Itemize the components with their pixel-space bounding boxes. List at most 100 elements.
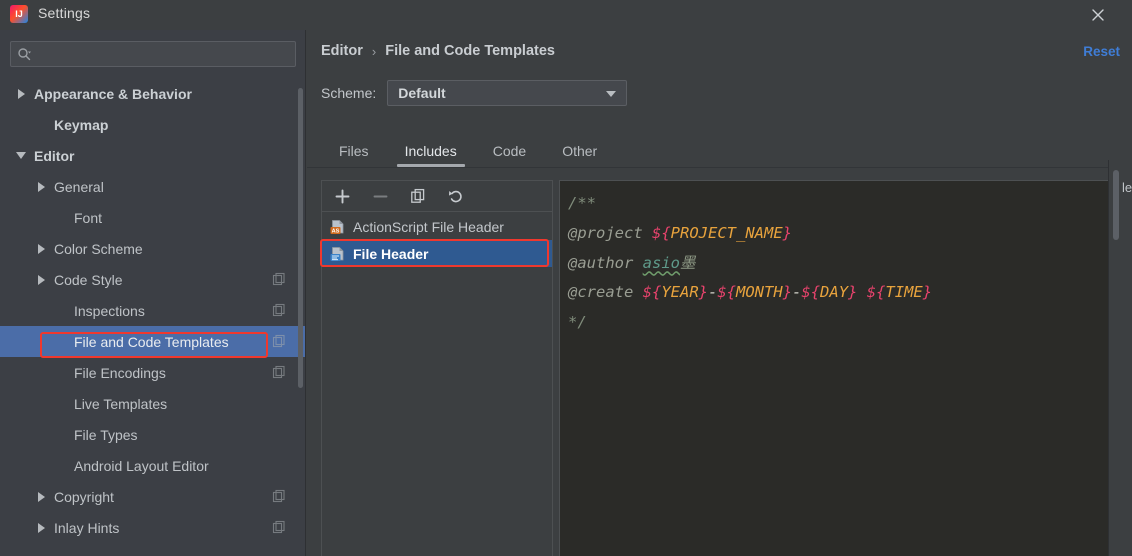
svg-text:AS: AS (332, 228, 340, 234)
chevron-right-icon[interactable] (34, 180, 48, 194)
sidebar-item-appearance-behavior[interactable]: Appearance & Behavior (0, 78, 305, 109)
sidebar-item-inspections[interactable]: Inspections (0, 295, 305, 326)
close-icon[interactable] (1086, 3, 1110, 27)
sidebar-item-label: Font (74, 209, 103, 226)
chevron-down-icon[interactable] (14, 149, 28, 163)
code-token: DAY (820, 283, 849, 302)
chevron-right-icon[interactable] (34, 521, 48, 535)
code-token: ${ (717, 283, 737, 302)
sidebar-item-editor[interactable]: Editor (0, 140, 305, 171)
copy-settings-icon[interactable] (272, 365, 286, 379)
sidebar-item-inlay-hints[interactable]: Inlay Hints (0, 512, 305, 543)
scheme-selected-value: Default (398, 85, 446, 101)
code-token: ${ (866, 283, 886, 302)
breadcrumb-current: File and Code Templates (385, 43, 555, 59)
sidebar-item-color-scheme[interactable]: Color Scheme (0, 233, 305, 264)
chevron-down-icon (606, 91, 617, 97)
copy-settings-icon[interactable] (272, 334, 286, 348)
template-editor-code[interactable]: /** @project ${PROJECT_NAME} @author asio墨… (568, 189, 1108, 338)
chevron-right-icon[interactable] (14, 87, 28, 101)
code-line: /** (568, 189, 1108, 219)
copy-settings-icon[interactable] (272, 520, 286, 534)
code-line: */ (568, 308, 1108, 338)
sidebar-item-label: File Types (74, 426, 138, 443)
sidebar-item-general[interactable]: General (0, 171, 305, 202)
tab-code[interactable]: Code (475, 135, 544, 167)
undo-icon (448, 188, 465, 205)
code-token: MONTH (736, 283, 783, 302)
template-editor[interactable]: /** @project ${PROJECT_NAME} @author asio墨… (559, 180, 1113, 556)
code-token: } (782, 223, 792, 242)
sidebar-item-file-types[interactable]: File Types (0, 419, 305, 450)
breadcrumb-separator-icon: › (371, 43, 377, 59)
search-field[interactable] (10, 41, 296, 67)
code-token: */ (568, 313, 587, 331)
plus-icon (334, 188, 351, 205)
sidebar-item-live-templates[interactable]: Live Templates (0, 388, 305, 419)
tab-files[interactable]: Files (321, 135, 387, 167)
right-edge-scrollbar[interactable] (1113, 170, 1119, 240)
minus-icon (372, 188, 389, 205)
sidebar-item-code-style[interactable]: Code Style (0, 264, 305, 295)
chevron-right-icon[interactable] (34, 273, 48, 287)
template-tabs: Files Includes Code Other (321, 135, 1116, 167)
scheme-label: Scheme: (321, 85, 377, 101)
right-edge-clipped-text: le (1122, 180, 1132, 195)
sidebar-item-file-and-code-templates[interactable]: File and Code Templates (0, 326, 305, 357)
title-bar: IJ Settings (0, 0, 1132, 30)
template-list: AS ActionScript File Header File Header (322, 213, 552, 267)
sidebar-item-label: Live Templates (74, 395, 168, 412)
sidebar-item-label: Color Scheme (54, 240, 143, 257)
code-token: - (792, 283, 802, 302)
copy-settings-icon[interactable] (272, 272, 286, 286)
chevron-right-icon[interactable] (34, 490, 48, 504)
sidebar-item-label: File and Code Templates (74, 333, 229, 350)
tab-other[interactable]: Other (544, 135, 615, 167)
sidebar-item-keymap[interactable]: Keymap (0, 109, 305, 140)
code-token: TIME (885, 283, 923, 302)
copy-button[interactable] (408, 186, 428, 206)
scheme-dropdown[interactable]: Default (387, 80, 628, 106)
sidebar-item-label: Code Style (54, 271, 123, 288)
sidebar-item-label: Keymap (54, 116, 109, 133)
code-token: - (708, 283, 718, 302)
code-token: @create (568, 283, 643, 302)
search-input[interactable] (32, 42, 295, 66)
search-icon (17, 47, 32, 61)
reset-button[interactable] (446, 186, 466, 206)
sidebar-scrollbar[interactable] (298, 88, 303, 388)
template-list-toolbar (322, 181, 552, 212)
code-token: PROJECT_NAME (670, 223, 783, 242)
breadcrumb-parent[interactable]: Editor (321, 43, 363, 59)
sidebar-item-font[interactable]: Font (0, 202, 305, 233)
copy-settings-icon[interactable] (272, 303, 286, 317)
sidebar-item-copyright[interactable]: Copyright (0, 481, 305, 512)
sidebar-item-file-encodings[interactable]: File Encodings (0, 357, 305, 388)
chevron-right-icon[interactable] (34, 242, 48, 256)
main-panel: Editor › File and Code Templates Reset S… (307, 30, 1132, 556)
intellij-idea-icon: IJ (10, 5, 28, 23)
sidebar-item-label: Android Layout Editor (74, 457, 209, 474)
code-token: } (698, 283, 708, 302)
sidebar-item-label: Inlay Hints (54, 519, 120, 536)
tab-includes[interactable]: Includes (387, 135, 475, 167)
list-item[interactable]: AS ActionScript File Header (322, 213, 552, 240)
code-token: YEAR (661, 283, 699, 302)
add-button[interactable] (332, 186, 352, 206)
code-token: ${ (801, 283, 821, 302)
code-token: } (782, 283, 793, 302)
window-title: Settings (38, 5, 91, 21)
code-line: @create ${YEAR}-${MONTH}-${DAY} ${TIME} (568, 278, 1108, 308)
list-item[interactable]: File Header (322, 240, 552, 267)
code-token: @author (568, 253, 643, 272)
sidebar-item-label: General (54, 178, 104, 195)
reset-link[interactable]: Reset (1083, 44, 1120, 59)
copy-icon (410, 188, 427, 205)
sidebar-item-android-layout-editor[interactable]: Android Layout Editor (0, 450, 305, 481)
code-token: /** (568, 194, 596, 212)
code-token: } (922, 283, 933, 302)
copy-settings-icon[interactable] (272, 489, 286, 503)
code-line: @project ${PROJECT_NAME} (568, 219, 1108, 249)
scheme-row: Scheme: Default (321, 80, 628, 106)
